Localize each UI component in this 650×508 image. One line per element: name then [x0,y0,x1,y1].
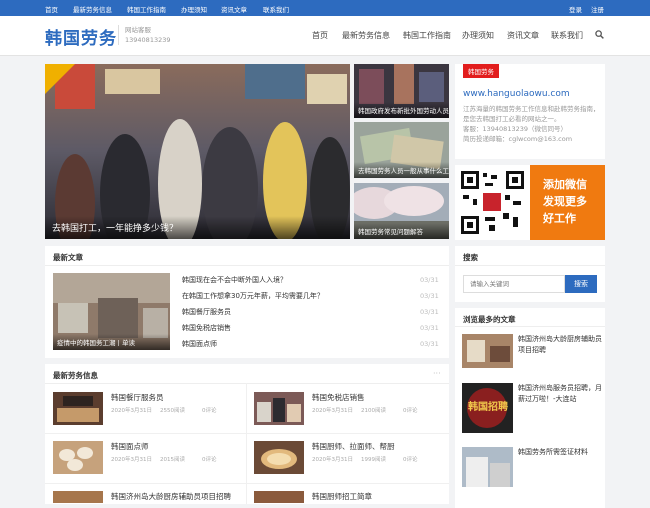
labor-card-3-comments: 0评论 [202,457,217,463]
slide-thumb-3-caption: 韩国劳务常见问题解答 [354,223,449,239]
labor-card-1-title[interactable]: 韩国餐厅服务员 [111,392,164,403]
intro-contact: 客服：13940813239（微信同号） [463,125,567,133]
popular-1-image[interactable] [462,334,513,368]
labor-card-2-image[interactable] [254,392,304,425]
latest-date-5: 03/31 [420,340,439,348]
intro-badge: 韩国劳务 [463,64,499,78]
site-description: 江苏海量的韩国劳务工作信息和赴韩劳务指南，是您去韩国打工必看的网站之一。 客服：… [463,104,600,144]
labor-card-5-title[interactable]: 韩国济州岛大龄厨房辅助员项目招聘 [111,491,231,502]
site-contact: 网站客服 13940813239 [118,25,171,45]
site-header: 韩国劳务 网站客服 13940813239 首页 最新劳务信息 韩国工作指南 办… [0,16,650,56]
labor-card-4-views: 1999阅读 [361,457,386,463]
site-phone: 13940813239 [125,36,171,44]
popular-item-1[interactable]: 韩国济州岛大龄厨房辅助员项目招聘 [518,334,603,356]
topbar-link-guide[interactable]: 韩国工作指南 [127,4,166,14]
slide-thumb-3[interactable]: 韩国劳务常见问题解答 [354,183,449,239]
popular-2-image-text: 韩国招聘 [468,402,508,413]
nav-notice[interactable]: 办理须知 [462,30,494,41]
latest-date-1: 03/31 [420,276,439,284]
search-input[interactable] [463,275,565,293]
divider [455,265,605,266]
site-logo[interactable]: 韩国劳务 [45,24,117,49]
labor-title: 最新劳务信息 [53,371,98,380]
labor-card-2-date: 2020年3月31日 [312,408,353,414]
wechat-line-2: 发现更多 [543,195,587,208]
latest-image-caption: 疫情中的韩国务工潮丨单读 [53,334,170,350]
labor-card-4-comments: 0评论 [403,457,418,463]
latest-image[interactable]: 疫情中的韩国务工潮丨单读 [53,273,170,350]
more-icon[interactable]: ··· [433,369,441,378]
nav-guide[interactable]: 韩国工作指南 [403,30,451,41]
labor-card-3-date: 2020年3月31日 [111,457,152,463]
labor-card-6-image[interactable] [254,491,304,503]
qr-panel [455,165,530,240]
featured-caption[interactable]: 去韩国打工，一年能挣多少钱？ [45,216,350,239]
labor-card-1-comments: 0评论 [202,408,217,414]
labor-card-2-title[interactable]: 韩国免税店销售 [312,392,365,403]
labor-card-2-comments: 0评论 [403,408,418,414]
labor-card-1-date: 2020年3月31日 [111,408,152,414]
popular-item-3[interactable]: 韩国劳务所需签证材料 [518,447,603,458]
labor-card-4-date: 2020年3月31日 [312,457,353,463]
labor-card-1-views: 2550阅读 [160,408,185,414]
topbar-link-home[interactable]: 首页 [45,4,58,14]
qr-code-icon [461,171,524,234]
labor-card-4-title[interactable]: 韩国厨师、拉面师、帮厨 [312,441,395,452]
slide-thumb-1[interactable]: 韩国政府发布新批外国劳动人员 [354,64,449,118]
wechat-line-3: 好工作 [543,212,576,225]
wechat-banner[interactable]: 添加微信 发现更多 好工作 [530,165,605,240]
topbar-link-labor[interactable]: 最新劳务信息 [73,4,112,14]
divider [45,265,449,266]
featured-slide[interactable]: 去韩国打工，一年能挣多少钱？ [45,64,350,239]
slide-thumb-2[interactable]: 去韩国劳务人员一般从事什么工作 [354,122,449,178]
latest-date-2: 03/31 [420,292,439,300]
labor-card-3-image[interactable] [53,441,103,474]
register-link[interactable]: 注册 [591,4,604,14]
search-title: 搜索 [463,253,478,262]
top-bar: 首页 最新劳务信息 韩国工作指南 办理须知 资讯文章 联系我们 登录 注册 [0,0,650,16]
labor-card-1-image[interactable] [53,392,103,425]
popular-item-2[interactable]: 韩国济州岛服务员招聘，月薪过万啦！-大连站 [518,383,603,405]
labor-card-2-views: 2100阅读 [361,408,386,414]
latest-title: 最新文章 [53,253,83,262]
latest-date-3: 03/31 [420,308,439,316]
street-crowd-image [45,64,350,239]
nav-news[interactable]: 资讯文章 [507,30,539,41]
intro-text: 江苏海量的韩国劳务工作信息和赴韩劳务指南，是您去韩国打工必看的网站之一。 [463,105,600,123]
divider [45,383,449,384]
nav-home[interactable]: 首页 [312,30,328,41]
latest-item-2[interactable]: 在韩国工作想拿30万元年薪，平均需要几年？ [182,291,324,301]
latest-item-4[interactable]: 韩国免税店销售 [182,323,231,333]
topbar-link-news[interactable]: 资讯文章 [221,4,247,14]
divider [455,326,605,327]
latest-item-3[interactable]: 韩国餐厅服务员 [182,307,231,317]
latest-item-1[interactable]: 韩国现在会不会中断外国人入境？ [182,275,287,285]
topbar-link-notice[interactable]: 办理须知 [181,4,207,14]
site-url[interactable]: www.hanguolaowu.com [463,89,570,99]
labor-card-3-title[interactable]: 韩国面点师 [111,441,149,452]
latest-date-4: 03/31 [420,324,439,332]
slide-thumb-1-caption: 韩国政府发布新批外国劳动人员 [354,102,449,118]
popular-3-image[interactable] [462,447,513,487]
labor-card-3-views: 2015阅读 [160,457,185,463]
slide-thumb-2-caption: 去韩国劳务人员一般从事什么工作 [354,162,449,178]
topbar-link-contact[interactable]: 联系我们 [263,4,289,14]
login-link[interactable]: 登录 [569,4,582,14]
search-icon[interactable] [595,30,604,39]
labor-card-5-image[interactable] [53,491,103,503]
intro-email: 简历投递邮箱：cglwcom@163.com [463,135,573,143]
labor-card-4-image[interactable] [254,441,304,474]
labor-card-6-title[interactable]: 韩国厨师招工简章 [312,491,372,502]
divider [246,383,247,504]
popular-title: 浏览最多的文章 [463,315,516,324]
nav-labor[interactable]: 最新劳务信息 [342,30,390,41]
nav-contact[interactable]: 联系我们 [551,30,583,41]
latest-item-5[interactable]: 韩国面点师 [182,339,217,349]
divider [45,483,449,484]
search-button[interactable]: 搜索 [565,275,597,293]
divider [45,433,449,434]
site-name: 网站客服 [125,26,151,34]
wechat-line-1: 添加微信 [543,178,587,191]
